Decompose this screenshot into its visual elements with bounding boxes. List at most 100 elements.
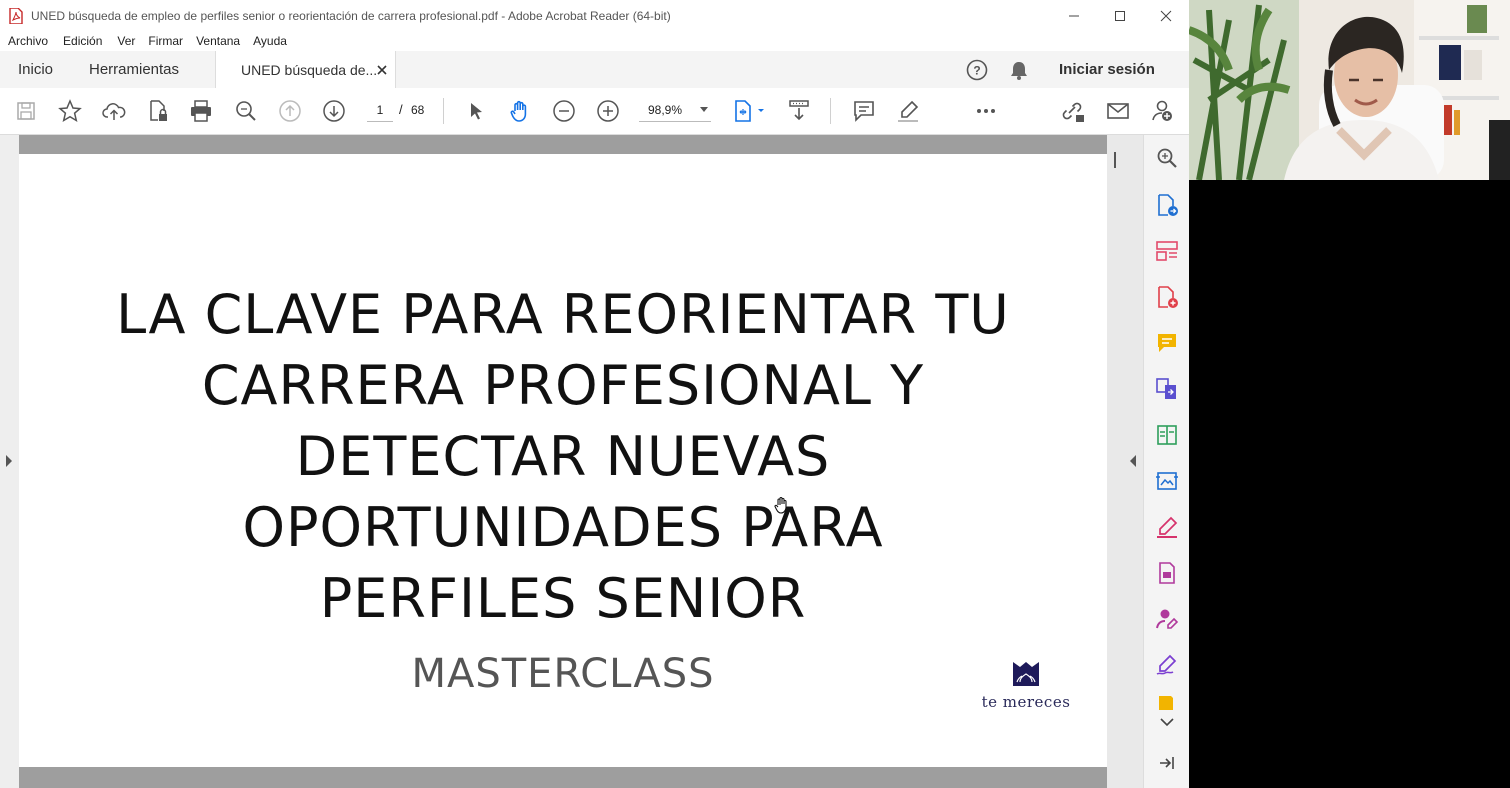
document-icon <box>1159 562 1175 584</box>
window-title: UNED búsqueda de empleo de perfiles seni… <box>31 8 671 23</box>
more-dots-icon <box>977 109 995 113</box>
hand-cursor-icon <box>774 496 787 514</box>
vertical-scrollbar-thumb[interactable] <box>1114 152 1116 168</box>
tab-close-icon[interactable] <box>377 65 387 75</box>
help-icon[interactable]: ? <box>966 59 988 81</box>
menu-firmar[interactable]: Firmar <box>148 34 183 48</box>
page-gap-bottom <box>19 767 1107 788</box>
create-pdf-icon <box>1158 286 1178 308</box>
maximize-button[interactable] <box>1097 0 1143 31</box>
notifications-bell-icon[interactable] <box>1008 59 1030 81</box>
email-button[interactable] <box>1104 97 1132 125</box>
page-gap-top <box>19 135 1107 154</box>
cloud-upload-button[interactable] <box>100 97 128 125</box>
toolbar-divider <box>443 98 444 124</box>
tool-export-pdf[interactable] <box>1154 192 1180 218</box>
comment-icon <box>854 101 874 122</box>
tool-request-signatures[interactable] <box>1154 606 1180 632</box>
tab-document[interactable]: UNED búsqueda de... <box>215 51 396 89</box>
pdf-page: LA CLAVE PARA REORIENTAR TU CARRERA PROF… <box>19 154 1107 767</box>
slide-headline: LA CLAVE PARA REORIENTAR TU CARRERA PROF… <box>19 279 1107 634</box>
share-user-button[interactable] <box>1148 97 1176 125</box>
title-bar: UNED búsqueda de empleo de perfiles seni… <box>0 0 1189 31</box>
headline-line: PERFILES SENIOR <box>319 567 807 630</box>
toolbar-divider <box>830 98 831 124</box>
zoom-search-icon <box>1157 148 1177 168</box>
pdf-file-icon <box>9 7 23 24</box>
tool-edit-pdf[interactable] <box>1154 468 1180 494</box>
more-tools-button[interactable] <box>972 97 1000 125</box>
link-lock-icon <box>1062 102 1084 122</box>
minimize-button[interactable] <box>1051 0 1097 31</box>
headline-line: CARRERA PROFESIONAL Y <box>201 354 925 417</box>
hand-tool-button[interactable] <box>506 97 534 125</box>
protect-file-button[interactable] <box>144 97 172 125</box>
tool-combine-files[interactable] <box>1154 376 1180 402</box>
fill-sign-icon <box>1157 516 1178 538</box>
highlight-button[interactable] <box>894 97 922 125</box>
signature-pen-icon <box>1156 654 1177 675</box>
tool-sign[interactable] <box>1154 652 1180 678</box>
tool-compare[interactable] <box>1154 422 1180 448</box>
tool-organize-pages[interactable] <box>1154 238 1180 264</box>
tool-more-partial[interactable] <box>1154 696 1180 710</box>
menu-bar: Archivo Edición Ver Firmar Ventana Ayuda <box>0 31 1189 51</box>
page-fit-button[interactable] <box>731 97 767 125</box>
save-button[interactable] <box>12 97 40 125</box>
right-tools-panel <box>1143 135 1189 788</box>
menu-ayuda[interactable]: Ayuda <box>253 34 287 48</box>
select-tool-button[interactable] <box>462 97 490 125</box>
bookmark-star-button[interactable] <box>56 97 84 125</box>
menu-ventana[interactable]: Ventana <box>196 34 240 48</box>
zoom-in-button[interactable] <box>594 97 622 125</box>
left-panel-toggle[interactable] <box>0 135 19 788</box>
share-link-button[interactable] <box>1059 97 1087 125</box>
document-viewport[interactable]: LA CLAVE PARA REORIENTAR TU CARRERA PROF… <box>0 135 1143 788</box>
cloud-upload-icon <box>102 103 126 120</box>
menu-archivo[interactable]: Archivo <box>8 34 48 48</box>
next-page-button[interactable] <box>320 97 348 125</box>
tools-scroll-down[interactable] <box>1154 713 1180 731</box>
chevron-down-icon <box>1160 718 1174 727</box>
star-icon <box>58 99 82 123</box>
previous-page-button[interactable] <box>276 97 304 125</box>
hand-icon <box>510 100 527 122</box>
tab-document-label: UNED búsqueda de... <box>241 62 378 78</box>
fit-page-icon <box>735 100 764 122</box>
tab-home[interactable]: Inicio <box>18 51 53 88</box>
presenter-video-image <box>1189 0 1510 180</box>
request-signature-icon <box>1156 609 1179 629</box>
scroll-mode-button[interactable] <box>785 97 813 125</box>
collapse-right-panel-icon[interactable] <box>1129 455 1137 467</box>
tab-tools[interactable]: Herramientas <box>89 51 179 88</box>
tool-search[interactable] <box>1154 145 1180 171</box>
tab-bar: Inicio Herramientas UNED búsqueda de... … <box>0 51 1189 89</box>
comment-button[interactable] <box>850 97 878 125</box>
tool-fill-sign[interactable] <box>1154 514 1180 540</box>
tool-create-pdf[interactable] <box>1154 284 1180 310</box>
zoom-level-select[interactable]: 98,9% <box>639 99 711 122</box>
slide-subtitle: MASTERCLASS <box>411 651 715 697</box>
webcam-video-feed <box>1189 0 1510 180</box>
brand-logo: te mereces <box>981 660 1071 711</box>
find-button[interactable] <box>232 97 260 125</box>
close-icon <box>1160 10 1172 21</box>
maximize-icon <box>1115 10 1125 21</box>
menu-edicion[interactable]: Edición <box>63 34 102 48</box>
plus-circle-icon <box>597 100 619 122</box>
export-pdf-icon <box>1158 194 1178 216</box>
page-total: 68 <box>411 103 425 117</box>
collapse-tools-panel-button[interactable] <box>1154 750 1180 776</box>
close-button[interactable] <box>1143 0 1189 31</box>
stamp-icon <box>1159 696 1173 710</box>
print-button[interactable] <box>187 97 215 125</box>
signin-button[interactable]: Iniciar sesión <box>1059 61 1155 78</box>
arrow-down-circle-icon <box>323 100 345 122</box>
tool-comment[interactable] <box>1154 330 1180 356</box>
tool-protect[interactable] <box>1154 560 1180 586</box>
save-icon <box>17 102 35 120</box>
zoom-out-button[interactable] <box>550 97 578 125</box>
menu-ver[interactable]: Ver <box>117 34 135 48</box>
page-number-input[interactable]: 1 <box>367 99 393 122</box>
cursor-arrow-icon <box>471 103 482 120</box>
